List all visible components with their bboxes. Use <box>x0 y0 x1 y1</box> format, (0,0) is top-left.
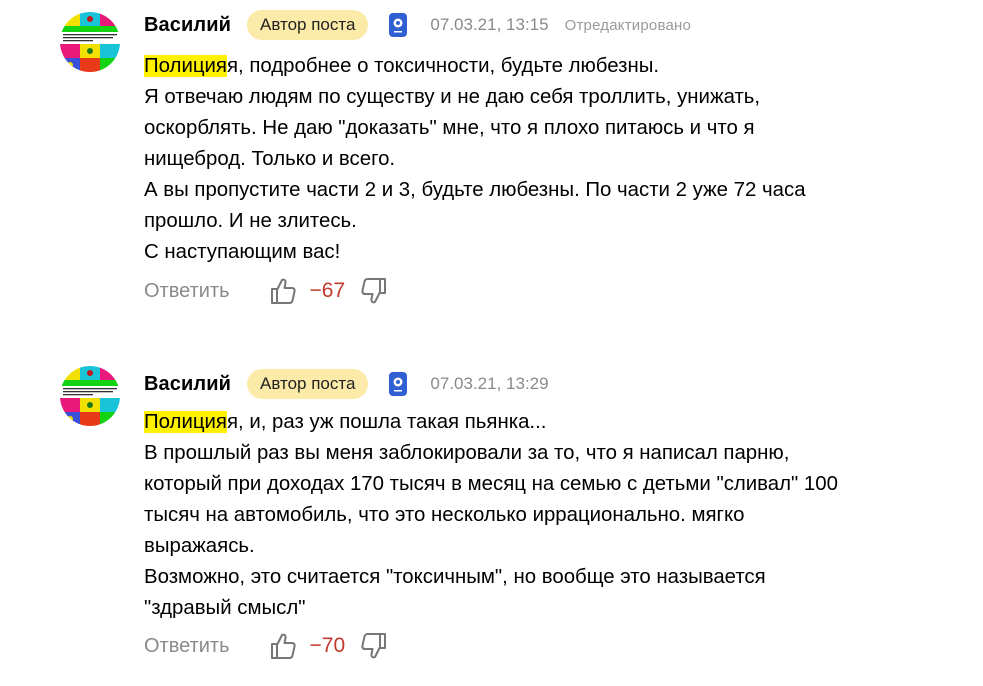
avatar[interactable] <box>60 12 120 72</box>
avatar-image <box>60 12 120 72</box>
comment-date[interactable]: 07.03.21, 13:15 <box>430 15 548 35</box>
comment-text: Полицияя, и, раз уж пошла такая пьянка..… <box>144 407 954 624</box>
edited-label: Отредактировано <box>564 16 692 34</box>
rating-score: −67 <box>309 279 346 302</box>
comment-line: тысяч на автомобиль, что это несколько и… <box>144 504 745 526</box>
comment-date[interactable]: 07.03.21, 13:29 <box>430 374 548 394</box>
comment-line: С наступающим вас! <box>144 241 341 263</box>
publisher-icon[interactable] <box>388 12 408 38</box>
comment-actions: Ответить −67 <box>144 274 389 308</box>
comment-line: который при доходах 170 тысяч в месяц на… <box>144 473 838 495</box>
comment-line: "здравый смысл" <box>144 597 306 619</box>
comment-line-text: я, подробнее о токсичности, будьте любез… <box>226 55 660 77</box>
comment-actions: Ответить −70 <box>144 629 389 663</box>
author-badge: Автор поста <box>246 10 369 40</box>
mention-link[interactable]: Полиция <box>144 55 227 77</box>
avatar[interactable] <box>60 366 120 426</box>
comment-line: В прошлый раз вы меня заблокировали за т… <box>144 442 790 464</box>
author-badge: Автор поста <box>246 369 369 399</box>
thumbs-down-icon[interactable] <box>359 631 389 661</box>
reply-button[interactable]: Ответить <box>144 280 230 303</box>
comment-line: прошло. И не злитесь. <box>144 210 357 232</box>
comment-header: Василий Автор поста 07.03.21, 13:15 Отре… <box>144 9 691 41</box>
comment-line: Полицияя, и, раз уж пошла такая пьянка..… <box>144 407 954 438</box>
comment-header: Василий Автор поста 07.03.21, 13:29 <box>144 368 549 400</box>
comment-line: Полицияя, подробнее о токсичности, будьт… <box>144 51 954 82</box>
avatar-image <box>60 366 120 426</box>
author-name[interactable]: Василий <box>144 14 231 37</box>
publisher-icon[interactable] <box>388 371 408 397</box>
comment-line: Возможно, это считается "токсичным", но … <box>144 566 766 588</box>
comment-line-text: я, и, раз уж пошла такая пьянка... <box>226 411 547 433</box>
comment-line: выражаясь. <box>144 535 255 557</box>
comment-line: А вы пропустите части 2 и 3, будьте любе… <box>144 179 806 201</box>
mention-link[interactable]: Полиция <box>144 411 227 433</box>
comment-line: Я отвечаю людям по существу и не даю себ… <box>144 86 761 108</box>
comment-text: Полицияя, подробнее о токсичности, будьт… <box>144 51 954 268</box>
thumbs-down-icon[interactable] <box>359 276 389 306</box>
author-name[interactable]: Василий <box>144 373 231 396</box>
thumbs-up-icon[interactable] <box>268 276 298 306</box>
thumbs-up-icon[interactable] <box>268 631 298 661</box>
reply-button[interactable]: Ответить <box>144 635 230 658</box>
comment-line: оскорблять. Не даю "доказать" мне, что я… <box>144 117 755 139</box>
rating-score: −70 <box>309 634 346 657</box>
comment-line: нищеброд. Только и всего. <box>144 148 396 170</box>
